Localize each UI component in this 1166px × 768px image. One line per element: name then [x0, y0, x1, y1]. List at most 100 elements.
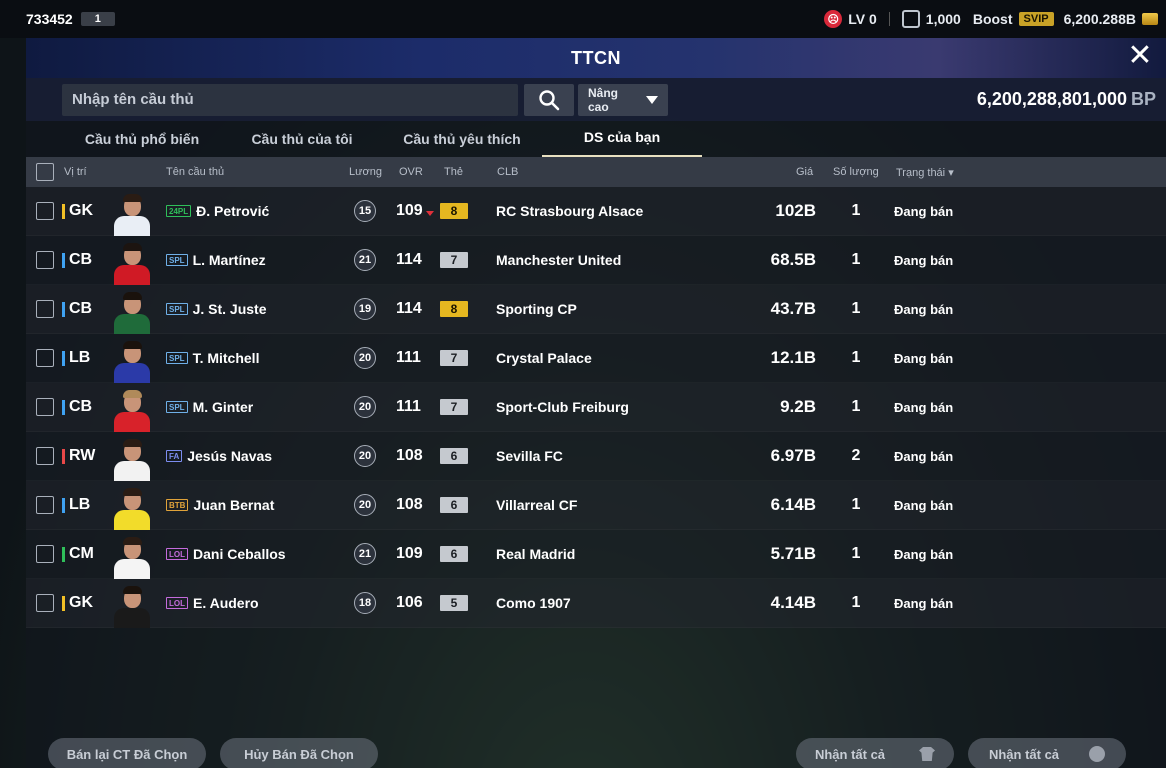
row-checkbox[interactable]: [36, 545, 54, 563]
tab-my-players[interactable]: Cầu thủ của tôi: [222, 131, 382, 157]
cancel-selected-button[interactable]: Hủy Bán Đã Chọn: [220, 738, 378, 768]
salary-badge: 20: [354, 396, 376, 418]
col-status-sort[interactable]: Trạng thái ▾: [896, 166, 954, 179]
ovr-value: 109: [396, 202, 434, 220]
search-bar: Nâng cao 6,200,288,801,000BP: [26, 78, 1166, 121]
search-button[interactable]: [524, 83, 574, 116]
player-name[interactable]: SPL T. Mitchell: [166, 350, 259, 366]
row-checkbox[interactable]: [36, 447, 54, 465]
player-name[interactable]: LOL E. Audero: [166, 595, 259, 611]
club-name: Villarreal CF: [496, 497, 578, 513]
row-checkbox[interactable]: [36, 496, 54, 514]
player-name-text: L. Martínez: [192, 252, 266, 268]
quantity-value: 1: [851, 349, 861, 366]
ovr-value: 108: [396, 496, 423, 514]
position-label: RW: [62, 447, 95, 465]
club-name: RC Strasbourg Alsace: [496, 203, 644, 219]
player-name[interactable]: BTB Juan Bernat: [166, 497, 274, 513]
position-label: CB: [62, 398, 92, 416]
avatar-hair: [123, 341, 142, 349]
salary-badge: 15: [354, 200, 376, 222]
coin-icon: [1142, 13, 1158, 25]
close-icon[interactable]: ✕: [1126, 41, 1154, 72]
ovr-text: 109: [396, 545, 423, 562]
resell-selected-button[interactable]: Bán lại CT Đã Chọn: [48, 738, 206, 768]
avatar-hair: [123, 390, 142, 398]
player-search-input[interactable]: [62, 83, 518, 116]
row-checkbox[interactable]: [36, 202, 54, 220]
club-name: Crystal Palace: [496, 350, 592, 366]
ovr-text: 111: [396, 349, 421, 366]
table-row[interactable]: RW FA Jesús Navas 20 108 6 Sevilla FC 6.9…: [26, 432, 1166, 481]
price-value: 6.14B: [770, 495, 816, 514]
row-checkbox[interactable]: [36, 251, 54, 269]
position-label: CB: [62, 251, 92, 269]
quantity-value: 1: [851, 594, 861, 611]
player-name[interactable]: SPL M. Ginter: [166, 399, 253, 415]
position-text: CB: [69, 251, 93, 268]
player-name-text: Dani Ceballos: [193, 546, 286, 562]
user-badge: 1: [80, 12, 115, 26]
salary-badge: 21: [354, 543, 376, 565]
player-name-text: Juan Bernat: [193, 497, 275, 513]
position-text: CB: [69, 398, 93, 415]
advanced-filter-dropdown[interactable]: Nâng cao: [578, 83, 668, 116]
avatar-hair: [123, 586, 142, 594]
ovr-value: 111: [396, 398, 421, 416]
row-checkbox[interactable]: [36, 349, 54, 367]
tab-popular-players[interactable]: Cầu thủ phổ biến: [62, 131, 222, 157]
player-name[interactable]: LOL Dani Ceballos: [166, 546, 286, 562]
select-all-checkbox[interactable]: [36, 163, 54, 181]
table-row[interactable]: CB SPL J. St. Juste 19 114 8 Sporting CP …: [26, 285, 1166, 334]
claim-all-bp-button[interactable]: Nhận tất cả: [968, 738, 1126, 768]
advanced-filter-label: Nâng cao: [588, 85, 618, 114]
ovr-down-icon: [425, 210, 434, 216]
table-row[interactable]: CB SPL L. Martínez 21 114 7 Manchester Un…: [26, 236, 1166, 285]
club-name: Como 1907: [496, 595, 571, 611]
grade-badge: 6: [440, 546, 468, 562]
topbar-resources: ☹ LV 0 1,000 Boost SVIP 6,200.288B: [824, 10, 1158, 28]
avatar-shirt: [114, 608, 150, 628]
quantity-value: 1: [851, 545, 861, 562]
grade-badge: 7: [440, 350, 468, 366]
salary-badge: 20: [354, 347, 376, 369]
player-name[interactable]: SPL J. St. Juste: [166, 301, 266, 317]
price-value: 68.5B: [770, 250, 816, 269]
player-name[interactable]: SPL L. Martínez: [166, 252, 266, 268]
position-color-bar: [62, 350, 65, 366]
claim-all-players-button[interactable]: Nhận tất cả: [796, 738, 954, 768]
row-checkbox[interactable]: [36, 300, 54, 318]
price-value: 43.7B: [770, 299, 816, 318]
table-row[interactable]: GK LOL E. Audero 18 106 5 Como 1907 4.14B…: [26, 579, 1166, 628]
grade-badge: 7: [440, 399, 468, 415]
search-icon: [539, 89, 560, 110]
claim-all-players-label: Nhận tất cả: [814, 746, 886, 762]
row-checkbox[interactable]: [36, 398, 54, 416]
table-row[interactable]: LB BTB Juan Bernat 20 108 6 Villarreal CF…: [26, 481, 1166, 530]
status-label: Đang bán: [894, 497, 954, 513]
avatar-hair: [123, 439, 142, 447]
player-name[interactable]: FA Jesús Navas: [166, 448, 272, 464]
status-label: Đang bán: [894, 350, 954, 366]
table-row[interactable]: LB SPL T. Mitchell 20 111 7 Crystal Palac…: [26, 334, 1166, 383]
club-name: Sport-Club Freiburg: [496, 399, 629, 415]
avatar-shirt: [114, 461, 150, 481]
table-row[interactable]: GK 24PL Đ. Petrović 15 109 8 RC Strasbour…: [26, 187, 1166, 236]
row-checkbox[interactable]: [36, 594, 54, 612]
player-avatar: [110, 486, 154, 530]
position-color-bar: [62, 546, 65, 562]
salary-badge: 21: [354, 249, 376, 271]
salary-badge: 19: [354, 298, 376, 320]
price-value: 4.14B: [770, 593, 816, 612]
table-row[interactable]: CM LOL Dani Ceballos 21 109 6 Real Madrid…: [26, 530, 1166, 579]
position-color-bar: [62, 448, 65, 464]
club-name: Sevilla FC: [496, 448, 563, 464]
price-value: 12.1B: [770, 348, 816, 367]
table-row[interactable]: CB SPL M. Ginter 20 111 7 Sport-Club Frei…: [26, 383, 1166, 432]
top-status-bar: 733452 1 ☹ LV 0 1,000 Boost SVIP 6,200.2…: [0, 0, 1166, 38]
player-name[interactable]: 24PL Đ. Petrović: [166, 203, 269, 219]
tab-my-listings[interactable]: DS của bạn: [542, 129, 702, 157]
quantity-value: 2: [851, 447, 861, 464]
position-label: LB: [62, 496, 90, 514]
tab-favorite-players[interactable]: Cầu thủ yêu thích: [382, 131, 542, 157]
